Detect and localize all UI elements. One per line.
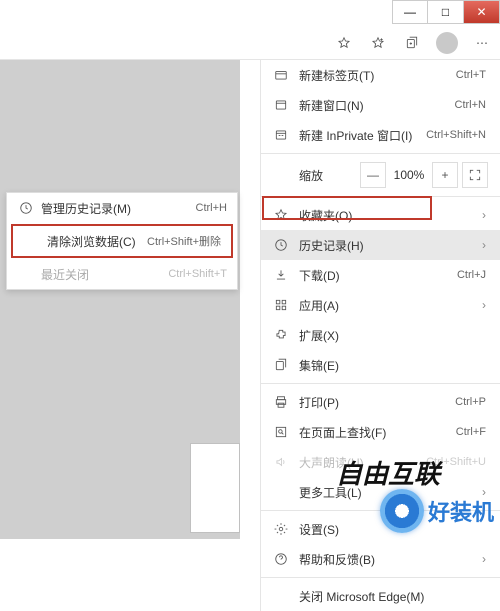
find-item[interactable]: 在页面上查找(F) Ctrl+F xyxy=(261,417,500,447)
fullscreen-button[interactable] xyxy=(462,162,488,188)
clear-browsing-data-shortcut: Ctrl+Shift+删除 xyxy=(147,233,221,249)
manage-history-label: 管理历史记录(M) xyxy=(35,200,196,217)
watermark-eye-icon xyxy=(380,489,424,533)
help-item[interactable]: 帮助和反馈(B) › xyxy=(261,544,500,574)
new-window-item[interactable]: 新建窗口(N) Ctrl+N xyxy=(261,90,500,120)
new-inprivate-label: 新建 InPrivate 窗口(I) xyxy=(291,127,426,144)
history-label: 历史记录(H) xyxy=(291,237,482,254)
printer-icon xyxy=(271,395,291,409)
new-inprivate-item[interactable]: 新建 InPrivate 窗口(I) Ctrl+Shift+N xyxy=(261,120,500,150)
history-submenu: 管理历史记录(M) Ctrl+H 清除浏览数据(C) Ctrl+Shift+删除… xyxy=(6,192,238,290)
new-tab-item[interactable]: 新建标签页(T) Ctrl+T xyxy=(261,60,500,90)
close-button[interactable]: ✕ xyxy=(464,0,500,24)
new-window-icon xyxy=(271,98,291,112)
chevron-right-icon: › xyxy=(482,298,486,312)
favorites-star-plus-icon[interactable] xyxy=(368,33,388,53)
favorites-label: 收藏夹(O) xyxy=(291,207,482,224)
recently-closed-item: 最近关闭 Ctrl+Shift+T xyxy=(7,259,237,289)
separator xyxy=(261,153,500,154)
favorites-item[interactable]: 收藏夹(O) › xyxy=(261,200,500,230)
download-icon xyxy=(271,268,291,282)
chevron-right-icon: › xyxy=(482,238,486,252)
star-icon xyxy=(271,208,291,222)
apps-label: 应用(A) xyxy=(291,297,482,314)
browser-toolbar: ⋯ xyxy=(0,26,500,60)
minimize-button[interactable]: — xyxy=(392,0,428,24)
print-label: 打印(P) xyxy=(291,394,455,411)
zoom-row: 缩放 — 100% + xyxy=(261,157,500,193)
window-controls: — □ ✕ xyxy=(392,0,500,24)
chevron-right-icon: › xyxy=(482,208,486,222)
collections-icon xyxy=(271,358,291,372)
apps-icon xyxy=(271,298,291,312)
chevron-right-icon: › xyxy=(482,552,486,566)
new-window-label: 新建窗口(N) xyxy=(291,97,455,114)
print-shortcut: Ctrl+P xyxy=(455,396,486,408)
recently-closed-shortcut: Ctrl+Shift+T xyxy=(168,268,227,280)
collections-icon[interactable] xyxy=(402,33,422,53)
watermark-text: 自由互联 xyxy=(336,454,440,491)
watermark-brand: 好装机 xyxy=(428,495,494,527)
maximize-button[interactable]: □ xyxy=(428,0,464,24)
recently-closed-label: 最近关闭 xyxy=(35,266,168,283)
gear-icon xyxy=(271,522,291,536)
separator xyxy=(261,577,500,578)
new-tab-icon xyxy=(271,68,291,82)
new-window-shortcut: Ctrl+N xyxy=(455,99,486,111)
history-icon xyxy=(271,238,291,252)
close-edge-label: 关闭 Microsoft Edge(M) xyxy=(291,588,486,605)
extensions-label: 扩展(X) xyxy=(291,327,486,344)
profile-avatar[interactable] xyxy=(436,32,458,54)
find-label: 在页面上查找(F) xyxy=(291,424,456,441)
help-icon xyxy=(271,552,291,566)
separator xyxy=(261,196,500,197)
help-label: 帮助和反馈(B) xyxy=(291,551,482,568)
extensions-icon xyxy=(271,328,291,342)
watermark-logo: 好装机 xyxy=(380,489,494,533)
zoom-label: 缩放 xyxy=(271,167,358,184)
close-edge-item[interactable]: 关闭 Microsoft Edge(M) xyxy=(261,581,500,611)
manage-history-shortcut: Ctrl+H xyxy=(196,202,227,214)
extensions-item[interactable]: 扩展(X) xyxy=(261,320,500,350)
downloads-item[interactable]: 下载(D) Ctrl+J xyxy=(261,260,500,290)
clear-browsing-data-label: 清除浏览数据(C) xyxy=(41,233,147,250)
zoom-in-button[interactable]: + xyxy=(432,162,458,188)
find-icon xyxy=(271,425,291,439)
collections-item[interactable]: 集锦(E) xyxy=(261,350,500,380)
favorite-star-outline-icon[interactable] xyxy=(334,33,354,53)
new-tab-shortcut: Ctrl+T xyxy=(456,69,486,81)
inprivate-icon xyxy=(271,128,291,142)
new-tab-label: 新建标签页(T) xyxy=(291,67,456,84)
manage-history-item[interactable]: 管理历史记录(M) Ctrl+H xyxy=(7,193,237,223)
history-icon xyxy=(17,201,35,215)
apps-item[interactable]: 应用(A) › xyxy=(261,290,500,320)
history-item[interactable]: 历史记录(H) › xyxy=(261,230,500,260)
read-aloud-icon xyxy=(271,455,291,469)
print-item[interactable]: 打印(P) Ctrl+P xyxy=(261,387,500,417)
settings-more-icon[interactable]: ⋯ xyxy=(472,33,492,53)
zoom-value: 100% xyxy=(388,168,430,182)
collections-label: 集锦(E) xyxy=(291,357,486,374)
clear-browsing-data-item[interactable]: 清除浏览数据(C) Ctrl+Shift+删除 xyxy=(13,226,231,256)
zoom-out-button[interactable]: — xyxy=(360,162,386,188)
page-block xyxy=(190,443,240,533)
downloads-label: 下载(D) xyxy=(291,267,457,284)
separator xyxy=(261,383,500,384)
new-inprivate-shortcut: Ctrl+Shift+N xyxy=(426,129,486,141)
downloads-shortcut: Ctrl+J xyxy=(457,269,486,281)
find-shortcut: Ctrl+F xyxy=(456,426,486,438)
